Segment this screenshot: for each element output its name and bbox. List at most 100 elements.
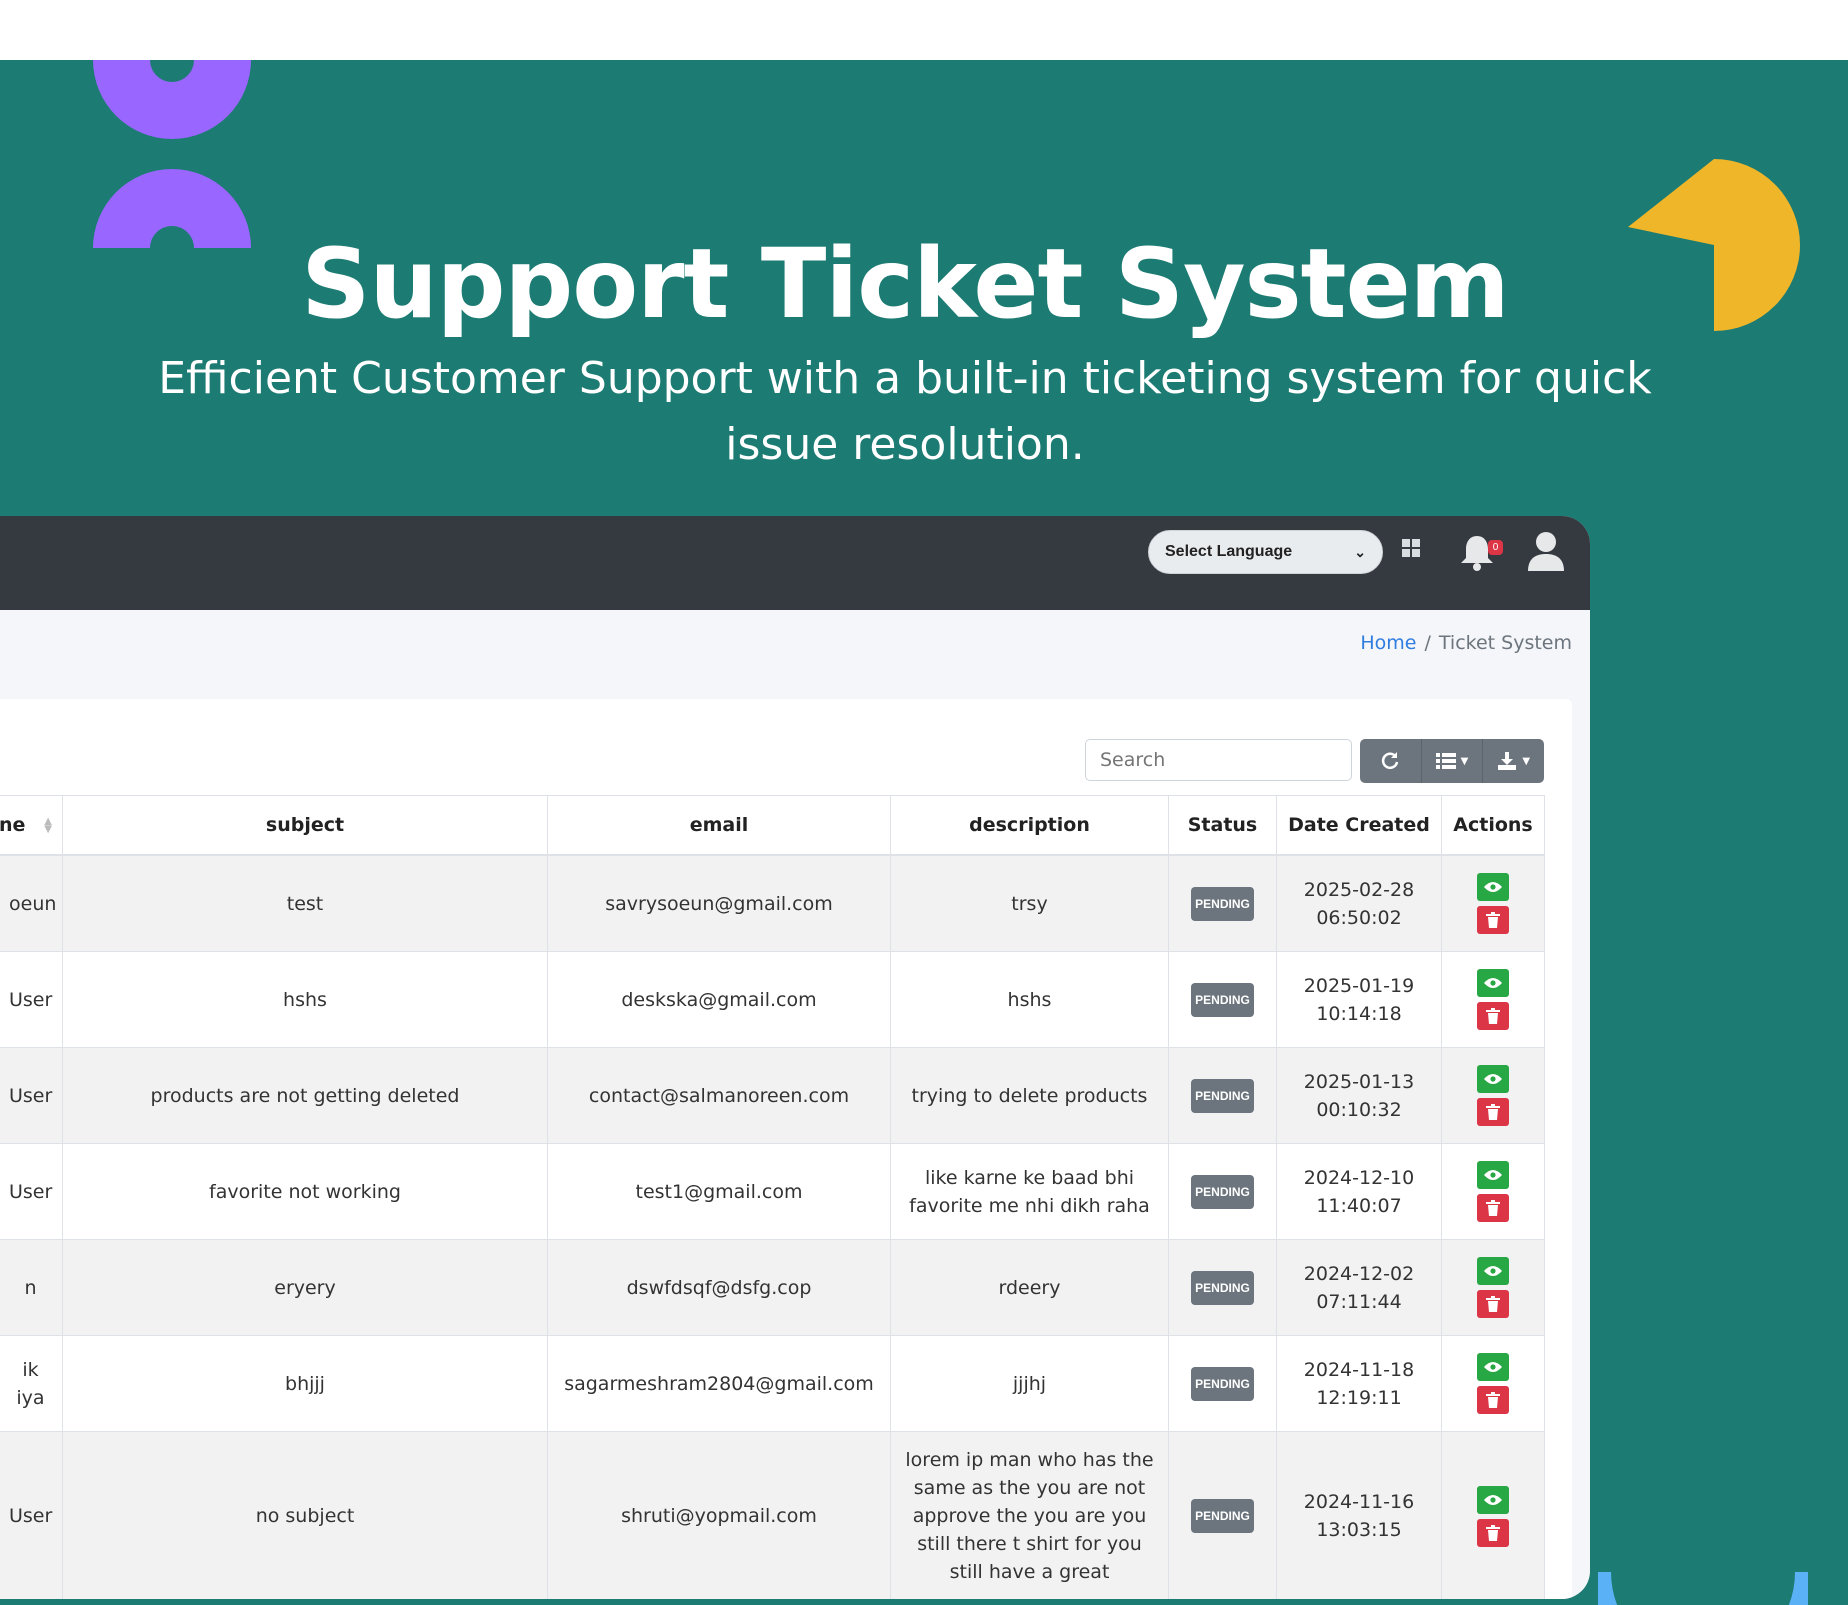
eye-icon [1484,882,1502,892]
cell-email: dswfdsqf@dsfg.cop [547,1239,891,1336]
language-select[interactable]: Select Language ⌄ [1148,530,1383,574]
cell-actions [1441,951,1545,1048]
column-header-email[interactable]: email [547,795,891,856]
cell-name: ik iya [0,1335,63,1432]
column-header-description[interactable]: description [890,795,1169,856]
delete-button[interactable] [1477,1386,1509,1414]
view-button[interactable] [1477,1353,1509,1381]
hero-subtitle-line-2: issue resolution. [725,419,1085,470]
cell-status: PENDING [1168,854,1277,952]
status-badge: PENDING [1191,982,1254,1017]
cell-email: shruti@yopmail.com [547,1431,891,1599]
trash-icon [1486,1200,1500,1216]
cell-actions [1441,1431,1545,1599]
breadcrumb-current: Ticket System [1438,632,1572,654]
cell-description: trying to delete products [890,1047,1169,1144]
cell-status: PENDING [1168,1143,1277,1240]
cell-email: test1@gmail.com [547,1143,891,1240]
cell-description: trsy [890,854,1169,952]
status-badge: PENDING [1191,1174,1254,1209]
view-button[interactable] [1477,969,1509,997]
user-icon[interactable] [1527,531,1565,571]
cell-subject: hshs [62,951,548,1048]
eye-icon [1484,1494,1502,1505]
time-value: 10:14:18 [1316,1002,1402,1025]
refresh-button[interactable] [1360,739,1422,783]
view-button[interactable] [1477,1485,1509,1514]
cell-subject: test [62,854,548,952]
column-header-date-created[interactable]: Date Created [1276,795,1442,856]
cell-actions [1441,1047,1545,1144]
date-value: 2025-01-13 [1303,1070,1415,1093]
tickets-table: ne ▲ ▼ subject email description Status Da… [0,795,1545,1599]
chevron-down-icon: ⌄ [1354,543,1366,560]
trash-icon [1486,1104,1500,1120]
date-value: 2024-11-16 [1303,1491,1415,1513]
eye-icon [1484,978,1502,988]
date-value: 2025-01-19 [1303,974,1415,997]
column-header-subject[interactable]: subject [62,795,548,856]
time-value: 00:10:32 [1316,1098,1402,1121]
status-badge: PENDING [1191,886,1254,921]
delete-button[interactable] [1477,1194,1509,1222]
cell-subject: favorite not working [62,1143,548,1240]
hero-subtitle: Efficient Customer Support with a built-… [150,346,1660,478]
column-header-name[interactable]: ne ▲ ▼ [0,795,63,856]
trash-icon [1486,1296,1500,1312]
table-row: User hshs deskska@gmail.com hshs PENDING… [0,951,1545,1048]
view-button[interactable] [1477,1161,1509,1189]
cell-subject: bhjjj [62,1335,548,1432]
cell-email: contact@salmanoreen.com [547,1047,891,1144]
cell-date-created: 2025-01-19 10:14:18 [1276,951,1442,1048]
column-header-actions: Actions [1441,795,1545,856]
search-input[interactable] [1085,739,1352,781]
export-button[interactable]: ▼ [1483,739,1544,783]
cell-name: User [0,1431,63,1599]
cell-name: User [0,951,63,1048]
blue-decor-shape [1598,1571,1808,1605]
cell-actions [1441,1143,1545,1240]
breadcrumb-separator: / [1424,632,1431,654]
view-button[interactable] [1477,873,1509,901]
delete-button[interactable] [1477,1518,1509,1547]
cell-status: PENDING [1168,1431,1277,1599]
cell-date-created: 2024-12-02 07:11:44 [1276,1239,1442,1336]
eye-icon [1484,1266,1502,1276]
delete-button[interactable] [1477,906,1509,934]
breadcrumb: Home / Ticket System [1360,632,1572,654]
eye-icon [1484,1362,1502,1372]
language-select-label: Select Language [1165,543,1293,560]
status-badge: PENDING [1191,1078,1254,1113]
cell-description: rdeery [890,1239,1169,1336]
caret-down-icon: ▼ [1522,755,1531,767]
cell-status: PENDING [1168,951,1277,1048]
cell-description: jjjhj [890,1335,1169,1432]
trash-icon [1486,1392,1500,1408]
date-value: 2024-12-10 [1303,1166,1415,1189]
notification-badge: 0 [1488,540,1503,555]
trash-icon [1486,1524,1500,1541]
caret-down-icon: ▼ [1460,755,1469,767]
time-value: 11:40:07 [1316,1194,1402,1217]
delete-button[interactable] [1477,1290,1509,1318]
columns-toggle-button[interactable]: ▼ [1422,739,1484,783]
status-badge: PENDING [1191,1499,1254,1533]
delete-button[interactable] [1477,1098,1509,1126]
view-button[interactable] [1477,1065,1509,1093]
cell-name: n [0,1239,63,1336]
view-button[interactable] [1477,1257,1509,1285]
grid-icon[interactable] [1402,539,1420,557]
date-value: 2024-11-18 [1303,1358,1415,1381]
time-value: 06:50:02 [1316,906,1402,929]
app-window: Select Language ⌄ 0 Home / Ticket System [0,516,1590,1599]
cell-date-created: 2024-11-16 13:03:15 [1276,1431,1442,1599]
table-row: n eryery dswfdsqf@dsfg.cop rdeery PENDIN… [0,1239,1545,1336]
cell-description: hshs [890,951,1169,1048]
eye-icon [1484,1170,1502,1180]
delete-button[interactable] [1477,1002,1509,1030]
cell-subject: no subject [62,1431,548,1599]
date-value: 2025-02-28 [1303,878,1415,901]
status-badge: PENDING [1191,1366,1254,1401]
column-header-status[interactable]: Status [1168,795,1277,856]
breadcrumb-home-link[interactable]: Home [1360,632,1416,654]
